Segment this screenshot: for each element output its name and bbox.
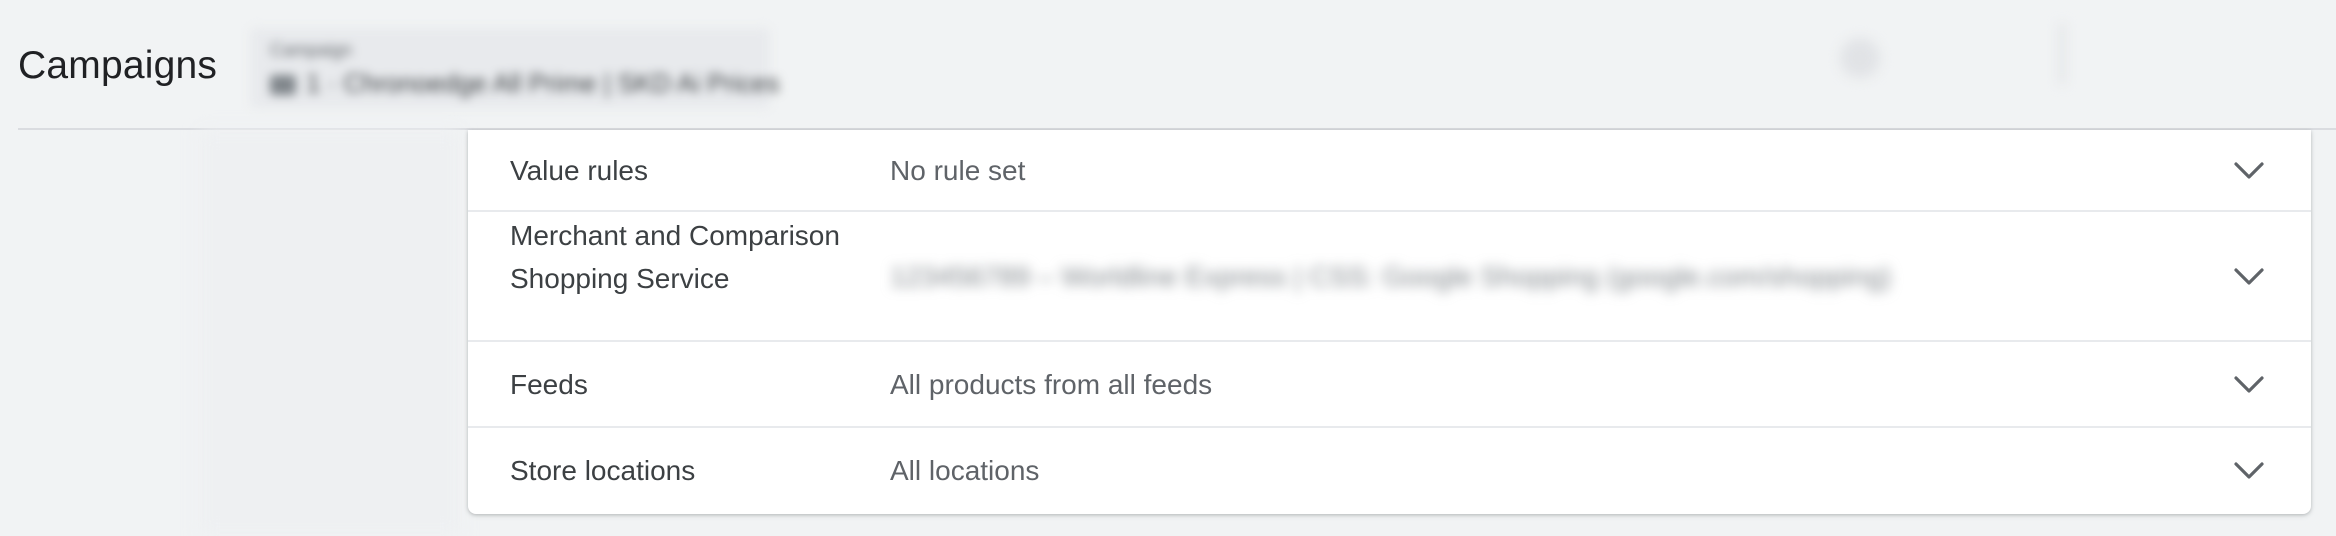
campaign-settings-page: Campaigns Campaign 1 · Chronoedge All Pr… — [0, 0, 2336, 536]
campaign-type-icon — [270, 75, 296, 96]
setting-label: Merchant and Comparison Shopping Service — [510, 220, 840, 294]
campaign-picker-label: 1 · Chronoedge All Prime | SKD Ai Prices — [306, 68, 780, 98]
campaign-picker-value: 1 · Chronoedge All Prime | SKD Ai Prices — [270, 68, 780, 99]
chevron-down-icon[interactable] — [2233, 267, 2265, 287]
chevron-down-icon[interactable] — [2233, 375, 2265, 395]
setting-value: 123456789 – Worldline Express | CSS: Goo… — [890, 261, 1892, 292]
setting-label: Feeds — [510, 369, 588, 400]
header-action-icon[interactable] — [1840, 38, 1880, 78]
page-header: Campaigns Campaign 1 · Chronoedge All Pr… — [0, 0, 2336, 128]
setting-row-store-locations[interactable]: Store locations All locations — [468, 428, 2311, 514]
header-actions — [1820, 24, 2120, 88]
setting-row-value-rules[interactable]: Value rules No rule set — [468, 130, 2311, 212]
campaign-picker-caption: Campaign — [270, 40, 353, 60]
setting-row-feeds[interactable]: Feeds All products from all feeds — [468, 342, 2311, 428]
header-divider — [2060, 24, 2064, 84]
setting-value: No rule set — [890, 155, 1026, 186]
setting-label: Value rules — [510, 155, 649, 186]
setting-label: Store locations — [510, 455, 696, 486]
setting-row-merchant-css[interactable]: Merchant and Comparison Shopping Service… — [468, 212, 2311, 342]
campaign-picker[interactable]: Campaign 1 · Chronoedge All Prime | SKD … — [250, 28, 780, 108]
side-panel-placeholder — [200, 130, 460, 536]
chevron-down-icon[interactable] — [2233, 161, 2265, 181]
setting-value: All locations — [890, 455, 1040, 486]
setting-value: All products from all feeds — [890, 369, 1213, 400]
chevron-down-icon[interactable] — [2233, 461, 2265, 481]
settings-card: Value rules No rule set Merchant and Com… — [468, 130, 2311, 514]
page-title: Campaigns — [18, 44, 218, 87]
